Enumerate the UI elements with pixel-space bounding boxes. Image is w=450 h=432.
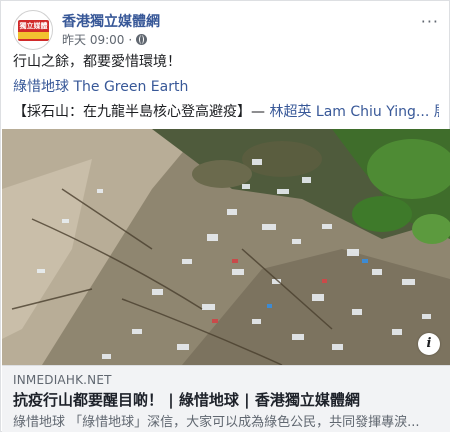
link-domain: INMEDIAHK.NET <box>13 373 112 387</box>
post-text-line: 行山之餘，都要愛惜環境！ <box>13 54 181 70</box>
post-timestamp[interactable]: 昨天 09:00 <box>62 31 124 48</box>
page-avatar[interactable]: 獨立媒體 <box>13 10 53 50</box>
link-description: 綠惜地球 「綠惜地球」深信，大家可以成為綠色公民，共同發揮專淚... <box>13 415 420 430</box>
info-icon[interactable]: i <box>418 333 440 355</box>
logo-stripe <box>18 32 49 39</box>
meta-separator: · <box>128 32 133 47</box>
post-text-line: 【採石山：在九龍半島核心登高避疫】— 林超英 Lam Chiu Ying... … <box>13 103 439 122</box>
page-name-link[interactable]: 香港獨立媒體網 <box>62 11 160 31</box>
post-header: 獨立媒體 香港獨立媒體網 昨天 09:00 · ··· <box>13 10 439 50</box>
globe-icon[interactable] <box>136 34 148 45</box>
author-link[interactable]: 林超英 Lam Chiu Ying... <box>269 104 429 120</box>
link-title[interactable]: 抗疫行山都要醒目啲！ | 綠惜地球 | 香港獨立媒體網 <box>13 389 360 410</box>
see-more-link[interactable]: 展开 <box>429 104 439 120</box>
post-text-main: 【採石山：在九龍半島核心登高避疫】— <box>13 104 270 120</box>
more-options-icon[interactable]: ··· <box>421 12 439 31</box>
facebook-post: 獨立媒體 香港獨立媒體網 昨天 09:00 · ··· 行山之餘，都要愛惜環境！… <box>0 0 450 432</box>
littered-trail-image <box>2 129 450 365</box>
post-photo[interactable]: i <box>2 129 450 365</box>
logo-text: 獨立媒體 <box>19 22 48 30</box>
link-preview[interactable]: INMEDIAHK.NET 抗疫行山都要醒目啲！ | 綠惜地球 | 香港獨立媒體… <box>2 365 450 432</box>
post-meta: 昨天 09:00 · <box>62 31 148 48</box>
hashtag-link[interactable]: 綠惜地球 The Green Earth <box>13 78 439 97</box>
inmedia-logo: 獨立媒體 <box>18 20 49 41</box>
